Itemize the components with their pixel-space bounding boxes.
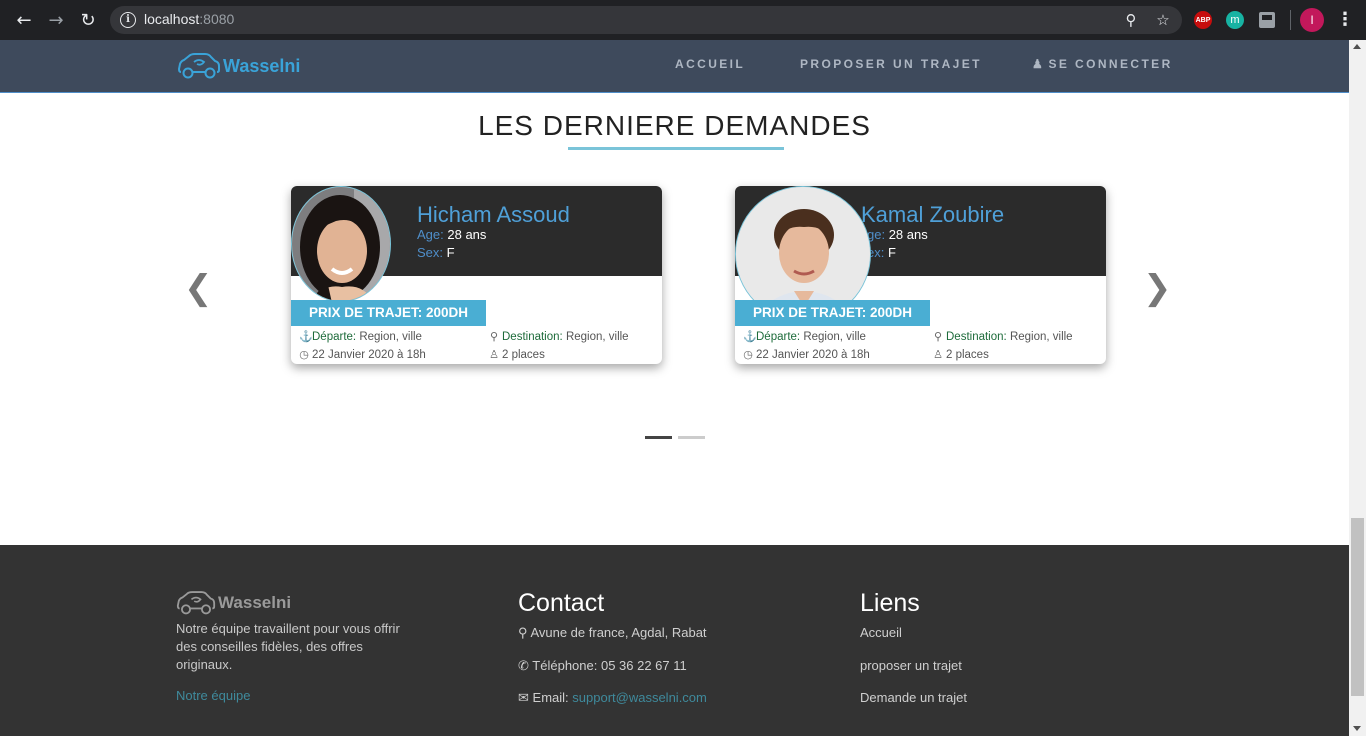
destination-info: ⚲ Destination: Region, ville	[933, 330, 1073, 344]
date-info: ◷ 22 Janvier 2020 à 18h	[299, 348, 426, 362]
brand-name: Wasselni	[223, 55, 301, 76]
nav-link-se-connecter[interactable]: ♟ SE CONNECTER	[1032, 57, 1173, 71]
address-line: ⚲ Avune de france, Agdal, Rabat	[518, 625, 707, 640]
card-age: Age: 28 ans	[417, 227, 487, 242]
email-link[interactable]: support@wasselni.com	[572, 690, 707, 705]
price-badge: PRIX DE TRAJET: 200DH	[735, 300, 931, 326]
url-text[interactable]: localhost:8080	[144, 11, 234, 27]
m-extension-icon[interactable]: m	[1226, 11, 1244, 29]
clock-icon: ◷	[743, 349, 753, 361]
adblock-extension-icon[interactable]: ABP	[1194, 11, 1212, 29]
window-extension-icon[interactable]	[1259, 12, 1275, 28]
login-label: SE CONNECTER	[1048, 57, 1173, 71]
nav-link-proposer-trajet[interactable]: PROPOSER UN TRAJET	[800, 57, 982, 71]
footer-about-text: Notre équipe travaillent pour vous offri…	[176, 621, 400, 672]
carousel-prev-icon[interactable]: ❮	[184, 270, 213, 306]
site-footer: Wasselni Notre équipe travaillent pour v…	[0, 545, 1349, 736]
destination-info: ⚲ Destination: Region, ville	[489, 330, 629, 344]
envelope-icon: ✉	[518, 690, 529, 705]
email-line: ✉ Email: support@wasselni.com	[518, 690, 707, 705]
address-bar[interactable]: i localhost:8080 ⚲ ☆	[110, 6, 1182, 34]
title-underline	[568, 147, 784, 150]
anchor-icon: ⚓	[743, 331, 757, 343]
car-logo-icon	[176, 591, 216, 615]
date-info: ◷ 22 Janvier 2020 à 18h	[743, 348, 870, 362]
request-card[interactable]: Kamal Zoubire ge: 28 ans ex: F PRIX DE T…	[735, 186, 1106, 364]
depart-info: ⚓ Départe: Region, ville	[743, 330, 866, 344]
request-card[interactable]: Hicham Assoud Age: 28 ans Sex: F PRIX DE…	[291, 186, 662, 364]
car-logo-icon	[177, 53, 220, 79]
clock-icon: ◷	[299, 349, 309, 361]
browser-menu-icon[interactable]: ⋮	[1336, 9, 1354, 31]
carousel-dot-1[interactable]	[645, 436, 672, 439]
nav-link-accueil[interactable]: ACCUEIL	[675, 57, 745, 71]
footer-link-proposer-trajet[interactable]: proposer un trajet	[860, 658, 962, 673]
footer-link-demande-trajet[interactable]: Demande un trajet	[860, 690, 967, 705]
reload-icon[interactable]: ↻	[76, 8, 100, 32]
card-name: Hicham Assoud	[417, 202, 570, 227]
scroll-up-icon[interactable]	[1353, 44, 1361, 49]
profile-avatar[interactable]: I	[1300, 8, 1324, 32]
footer-link-accueil[interactable]: Accueil	[860, 625, 902, 640]
scroll-down-icon[interactable]	[1353, 726, 1361, 731]
links-heading: Liens	[860, 589, 920, 617]
carousel-dot-2[interactable]	[678, 436, 705, 439]
card-age: ge: 28 ans	[867, 227, 928, 242]
card-sex: ex: F	[867, 245, 896, 260]
map-marker-icon: ⚲	[489, 331, 499, 343]
zoom-icon[interactable]: ⚲	[1122, 11, 1140, 29]
footer-brand-name: Wasselni	[218, 593, 292, 612]
depart-info: ⚓ Départe: Region, ville	[299, 330, 422, 344]
back-icon[interactable]: ←	[12, 8, 36, 32]
carousel-next-icon[interactable]: ❯	[1143, 270, 1172, 306]
brand-logo[interactable]: Wasselni	[177, 51, 300, 81]
users-icon: ♙	[933, 349, 943, 361]
page-scrollbar[interactable]	[1349, 40, 1366, 736]
carousel-indicators	[645, 436, 705, 439]
user-icon: ♟	[1032, 57, 1043, 71]
users-icon: ♙	[489, 349, 499, 361]
price-badge: PRIX DE TRAJET: 200DH	[291, 300, 487, 326]
forward-icon[interactable]: →	[44, 8, 68, 32]
places-info: ♙ 2 places	[933, 348, 989, 362]
team-link[interactable]: Notre équipe	[176, 688, 250, 703]
scrollbar-thumb[interactable]	[1351, 518, 1364, 696]
map-marker-icon: ⚲	[518, 625, 528, 640]
contact-heading: Contact	[518, 589, 605, 617]
map-marker-icon: ⚲	[933, 331, 943, 343]
avatar	[291, 186, 391, 302]
places-info: ♙ 2 places	[489, 348, 545, 362]
card-sex: Sex: F	[417, 245, 455, 260]
site-navbar: Wasselni ACCUEIL PROPOSER UN TRAJET ♟ SE…	[0, 40, 1349, 93]
anchor-icon: ⚓	[299, 331, 313, 343]
bookmark-star-icon[interactable]: ☆	[1154, 11, 1172, 29]
browser-toolbar: ← → ↻ i localhost:8080 ⚲ ☆ ABP m I ⋮	[0, 0, 1366, 40]
card-name: Kamal Zoubire	[861, 202, 1005, 227]
phone-icon: ✆	[518, 658, 529, 673]
toolbar-divider	[1290, 10, 1291, 30]
section-title: LES DERNIERE DEMANDES	[478, 110, 871, 141]
phone-line: ✆ Téléphone: 05 36 22 67 11	[518, 658, 687, 673]
site-info-icon[interactable]: i	[120, 12, 136, 28]
page-viewport: Wasselni ACCUEIL PROPOSER UN TRAJET ♟ SE…	[0, 40, 1349, 736]
footer-logo[interactable]: Wasselni	[176, 589, 291, 617]
